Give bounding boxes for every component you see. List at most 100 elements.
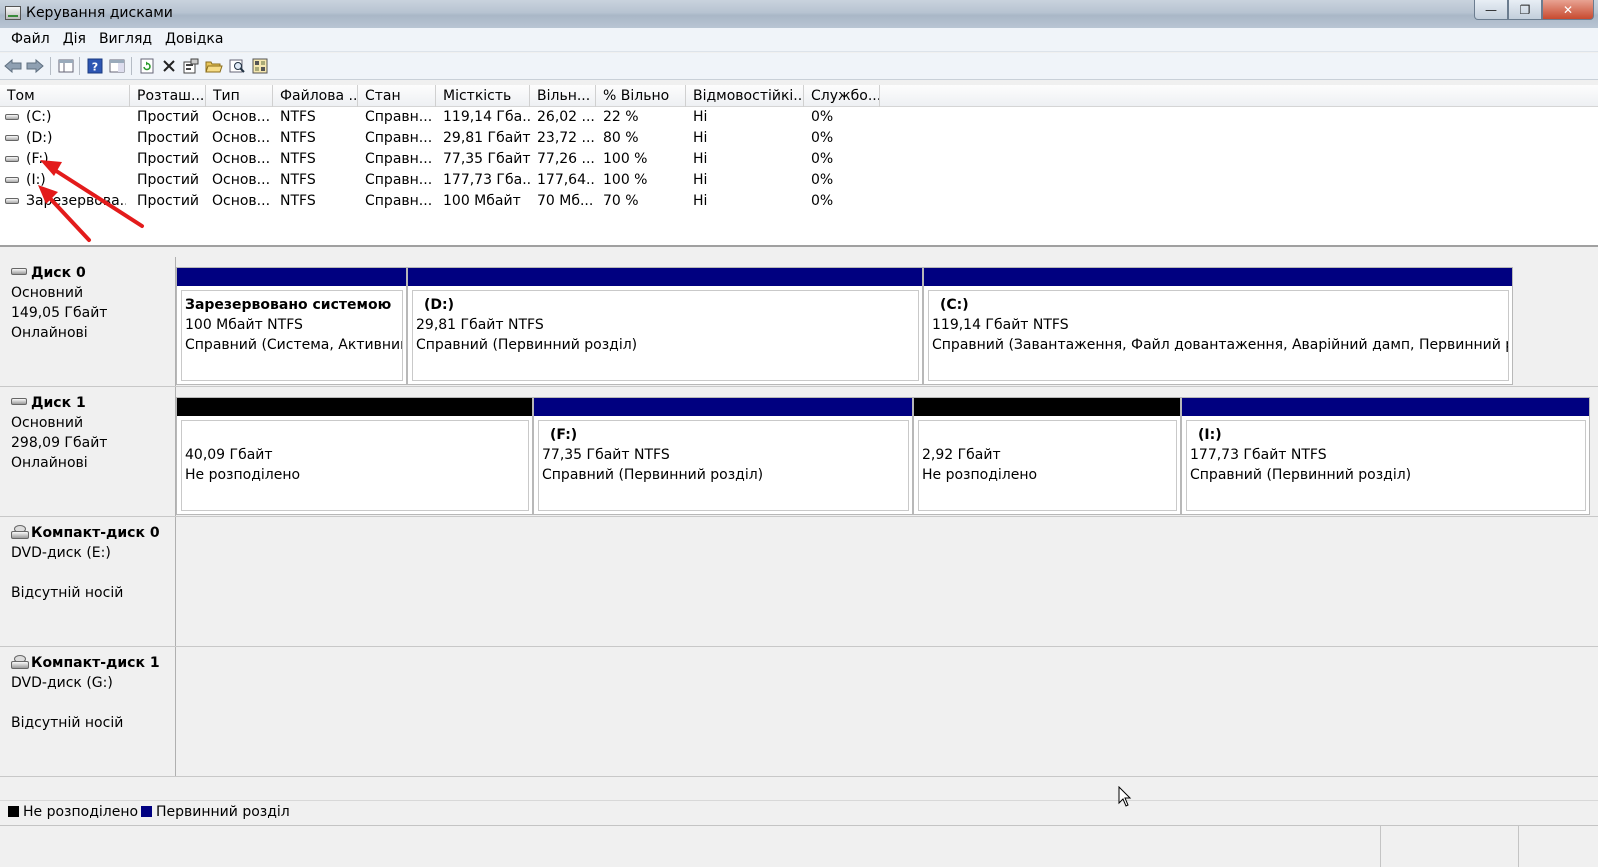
partition-size: 29,81 Гбайт NTFS	[416, 317, 544, 333]
partition-d[interactable]: (D:) 29,81 Гбайт NTFS Справний (Первинни…	[407, 267, 923, 385]
partition-size: 100 Мбайт NTFS	[185, 317, 303, 333]
cell-percent-free: 100 %	[603, 172, 648, 188]
partition-name	[185, 425, 528, 445]
close-icon: ✕	[1562, 2, 1574, 17]
cell-fault-tolerance: Ні	[693, 151, 708, 167]
partition-f[interactable]: (F:) 77,35 Гбайт NTFS Справний (Первинни…	[533, 397, 913, 515]
cell-layout: Простий	[137, 151, 200, 167]
partition-name: (I:)	[1198, 427, 1222, 443]
drive-icon	[5, 135, 19, 141]
cell-fault-tolerance: Ні	[693, 193, 708, 209]
properties-icon[interactable]	[182, 57, 200, 75]
partition-unallocated-1[interactable]: 40,09 Гбайт Не розподілено	[176, 397, 533, 515]
refresh-icon[interactable]	[138, 57, 156, 75]
disk-1-label[interactable]: Диск 1 Основний 298,09 Гбайт Онлайнові	[0, 387, 176, 516]
cell-status: Справн...	[365, 172, 433, 188]
forward-arrow-icon[interactable]	[26, 57, 44, 75]
partition-size: 119,14 Гбайт NTFS	[932, 317, 1069, 333]
cdrom-0-label[interactable]: Компакт-диск 0 DVD-диск (E:) Відсутній н…	[0, 517, 176, 646]
column-header-overhead[interactable]: Службо...	[804, 85, 880, 107]
cell-overhead: 0%	[811, 193, 834, 209]
cell-capacity: 29,81 Гбайт	[443, 130, 531, 146]
partition-size: 2,92 Гбайт	[922, 447, 1001, 463]
disk-0-label[interactable]: Диск 0 Основний 149,05 Гбайт Онлайнові	[0, 257, 176, 386]
toolbar-separator	[50, 57, 51, 75]
partition-status: Не розподілено	[922, 467, 1038, 483]
disk-kind: DVD-диск (G:)	[11, 675, 113, 691]
back-arrow-icon[interactable]	[4, 57, 22, 75]
hard-disk-icon	[11, 398, 27, 405]
cell-type: Основ...	[212, 130, 270, 146]
column-header-fault-tolerance[interactable]: Відмовостійкі...	[686, 85, 804, 107]
svg-text:?: ?	[92, 61, 98, 74]
cdrom-icon	[11, 525, 29, 539]
column-header-percent-free[interactable]: % Вільно	[596, 85, 686, 107]
rescan-disks-icon[interactable]	[228, 57, 246, 75]
volume-row[interactable]: (I:) Простий Основ... NTFS Справн... 177,73 Г…	[0, 171, 900, 191]
partition-i[interactable]: (I:) 177,73 Гбайт NTFS Справний (Первинн…	[1181, 397, 1590, 515]
menu-action[interactable]: Дія	[57, 28, 93, 47]
volume-list-header: Том Розташ... Тип Файлова ... Стан Містк…	[0, 85, 1598, 107]
menu-help[interactable]: Довідка	[159, 28, 230, 47]
legend-label-unallocated: Не розподілено	[23, 804, 139, 820]
partition-unallocated-2[interactable]: 2,92 Гбайт Не розподілено	[913, 397, 1181, 515]
disk-size	[11, 693, 175, 713]
console-tree-icon[interactable]	[57, 57, 75, 75]
cell-status: Справн...	[365, 130, 433, 146]
column-header-filesystem[interactable]: Файлова ...	[273, 85, 358, 107]
disk-state: Онлайнові	[11, 325, 88, 341]
disk-row-1: Диск 1 Основний 298,09 Гбайт Онлайнові 4…	[0, 387, 1598, 517]
cell-volume: (F:)	[26, 151, 49, 167]
partition-size: 77,35 Гбайт NTFS	[542, 447, 670, 463]
unallocated-bar	[177, 398, 532, 416]
column-header-type[interactable]: Тип	[206, 85, 273, 107]
partition-system-reserved[interactable]: Зарезервовано системою 100 Мбайт NTFS Сп…	[176, 267, 407, 385]
toolbar-separator	[131, 57, 132, 75]
toolbar-separator	[79, 57, 80, 75]
partition-name: (C:)	[940, 297, 969, 313]
menu-bar: Файл Дія Вигляд Довідка	[0, 28, 1598, 52]
drive-icon	[5, 198, 19, 204]
legend-swatch-unallocated	[8, 806, 19, 817]
volume-row[interactable]: Зарезервова... Простий Основ... NTFS Справн.…	[0, 192, 900, 212]
column-header-status[interactable]: Стан	[358, 85, 436, 107]
drive-icon	[5, 114, 19, 120]
delete-icon[interactable]	[160, 57, 178, 75]
primary-partition-bar	[1182, 398, 1589, 416]
column-header-volume[interactable]: Том	[0, 85, 130, 107]
cell-status: Справн...	[365, 193, 433, 209]
restore-button[interactable]: ❐	[1508, 0, 1542, 20]
disk-management-app-icon	[5, 6, 21, 20]
partition-status: Справний (Первинний розділ)	[542, 467, 764, 483]
cell-capacity: 77,35 Гбайт	[443, 151, 531, 167]
menu-view[interactable]: Вигляд	[93, 28, 159, 47]
partition-c[interactable]: (C:) 119,14 Гбайт NTFS Справний (Заванта…	[923, 267, 1513, 385]
cell-capacity: 100 Мбайт	[443, 193, 521, 209]
cell-filesystem: NTFS	[280, 172, 316, 188]
disk-kind: Основний	[11, 415, 84, 431]
close-button[interactable]: ✕	[1542, 0, 1594, 20]
volume-row[interactable]: (F:) Простий Основ... NTFS Справн... 77,35 Гб…	[0, 150, 900, 170]
cdrom-1-label[interactable]: Компакт-диск 1 DVD-диск (G:) Відсутній н…	[0, 647, 176, 776]
volume-row[interactable]: (C:) Простий Основ... NTFS Справн... 119,14 Г…	[0, 108, 900, 128]
hard-disk-icon	[11, 268, 27, 275]
column-header-layout[interactable]: Розташ...	[130, 85, 206, 107]
help-icon[interactable]: ?	[86, 57, 104, 75]
column-header-free-space[interactable]: Вільн...	[530, 85, 596, 107]
cell-type: Основ...	[212, 151, 270, 167]
unallocated-bar	[914, 398, 1180, 416]
column-header-capacity[interactable]: Місткість	[436, 85, 530, 107]
minimize-button[interactable]: —	[1474, 0, 1508, 20]
volume-list: Том Розташ... Тип Файлова ... Стан Містк…	[0, 85, 1598, 247]
disk-size: 298,09 Гбайт	[11, 435, 108, 451]
cell-free-space: 26,02 ...	[537, 109, 595, 125]
properties-pane-icon[interactable]	[108, 57, 126, 75]
disk-name: Компакт-диск 0	[31, 525, 160, 541]
open-folder-icon[interactable]	[205, 57, 223, 75]
menu-file[interactable]: Файл	[0, 28, 57, 47]
disk-state: Відсутній носій	[11, 715, 124, 731]
cell-overhead: 0%	[811, 109, 834, 125]
volume-row[interactable]: (D:) Простий Основ... NTFS Справн... 29,81 Гб…	[0, 129, 900, 149]
legend-label-primary: Первинний розділ	[156, 804, 290, 820]
wizard-icon[interactable]	[251, 57, 269, 75]
